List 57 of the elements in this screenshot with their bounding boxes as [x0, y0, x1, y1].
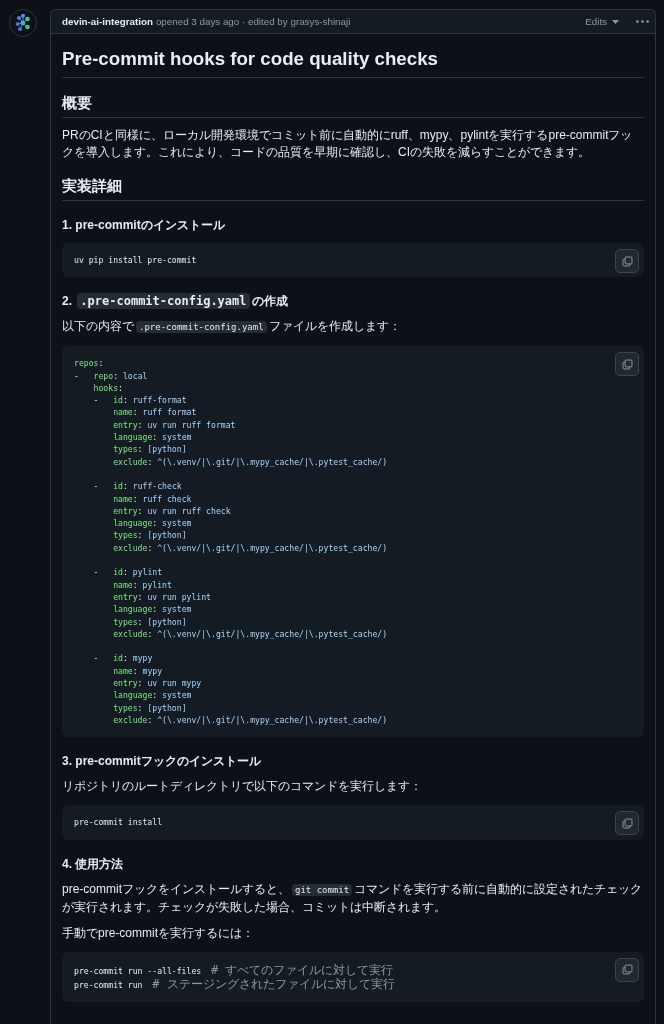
- copy-icon: [621, 817, 633, 829]
- code-line: name: ruff format: [113, 406, 197, 419]
- author-link[interactable]: devin-ai-integration: [62, 16, 153, 27]
- comment-meta: opened 3 days ago · edited by grasys-shinaji: [155, 16, 351, 27]
- code-line: entry: uv run pylint: [113, 590, 211, 604]
- code-line: pre-commit run # ステージングされたファイルに対して実行: [74, 976, 395, 992]
- code-line: language: system: [113, 431, 192, 444]
- subsection-heading: 2. .pre-commit-config.yaml の作成: [62, 293, 288, 310]
- copy-button[interactable]: [615, 811, 639, 836]
- copy-button[interactable]: [615, 352, 639, 377]
- copy-button[interactable]: [615, 957, 639, 982]
- code-line: uv pip install pre-commit: [74, 254, 197, 267]
- code-line: language: system: [113, 603, 192, 616]
- code-line: language: system: [113, 689, 192, 702]
- copy-icon: [621, 255, 633, 267]
- copy-icon: [621, 358, 633, 370]
- code-line: exclude: ^(\.venv/|\.git/|\.mypy_cache/|\.pytest_cache/): [113, 541, 388, 555]
- code-line: - id: ruff-format: [93, 394, 187, 407]
- caret-icon: [612, 19, 619, 24]
- subsection-heading: 3. pre-commitフックのインストール: [62, 753, 261, 770]
- code-line: hooks:: [93, 381, 123, 395]
- code-line: pre-commit run --all-files # すべてのファイルに対して実行: [74, 962, 394, 977]
- code-line: repos:: [74, 357, 104, 370]
- more-options-icon[interactable]: [636, 20, 649, 23]
- paragraph: 以下の内容で .pre-commit-config.yaml ファイルを作成します：: [62, 318, 401, 336]
- subsection-heading: 4. 使用方法: [62, 855, 124, 872]
- code-line: entry: uv run mypy: [113, 677, 202, 690]
- paragraph: PRのCIと同様に、ローカル開発環境でコミット前に自動的にruff、mypy、pylintを実行するpre-commitフックを導入します。これにより、コードの品質を早期に確認し、CIの失敗を減らすことができます。: [62, 127, 634, 161]
- code-line: language: system: [113, 517, 192, 530]
- code-line: entry: uv run ruff check: [113, 504, 231, 518]
- code-line: - id: mypy: [93, 652, 153, 665]
- code-line: name: pylint: [113, 578, 172, 591]
- code-line: types: [python]: [113, 701, 187, 714]
- code-line: exclude: ^(\.venv/|\.git/|\.mypy_cache/|\.pytest_cache/): [113, 455, 388, 468]
- subsection-heading: 1. pre-commitのインストール: [62, 217, 225, 233]
- section-heading: 概要: [62, 94, 92, 111]
- code-line: - id: pylint: [93, 566, 163, 579]
- code-line: name: mypy: [113, 664, 163, 677]
- copy-button[interactable]: [615, 249, 639, 273]
- paragraph: 手動でpre-commitを実行するには：: [62, 924, 254, 942]
- code-line: name: ruff check: [113, 492, 192, 505]
- code-line: types: [python]: [113, 529, 187, 542]
- code-line: pre-commit install: [74, 816, 163, 829]
- paragraph: pre-commitフックをインストールすると、 git commit コマンドを実行する前に自動的に設定されたチェックが実行されます。チェックが失敗した場合、コミットは中断されます。: [62, 880, 644, 916]
- paragraph: リポジトリのルートディレクトリで以下のコマンドを実行します：: [62, 778, 422, 796]
- code-line: types: [python]: [113, 443, 187, 456]
- code-line: entry: uv run ruff format: [113, 418, 236, 432]
- code-line: - id: ruff-check: [93, 480, 182, 493]
- edits-button[interactable]: Edits: [585, 16, 619, 27]
- avatar-icon: [9, 9, 37, 37]
- copy-icon: [621, 964, 633, 975]
- code-line: - repo: local: [74, 369, 148, 382]
- issue-title: Pre-commit hooks for code quality checks: [62, 48, 438, 69]
- code-line: exclude: ^(\.venv/|\.git/|\.mypy_cache/|\.pytest_cache/): [113, 627, 388, 641]
- section-heading: 実装詳細: [62, 177, 122, 194]
- code-line: types: [python]: [113, 615, 187, 628]
- code-line: exclude: ^(\.venv/|\.git/|\.mypy_cache/|\.pytest_cache/): [113, 713, 388, 727]
